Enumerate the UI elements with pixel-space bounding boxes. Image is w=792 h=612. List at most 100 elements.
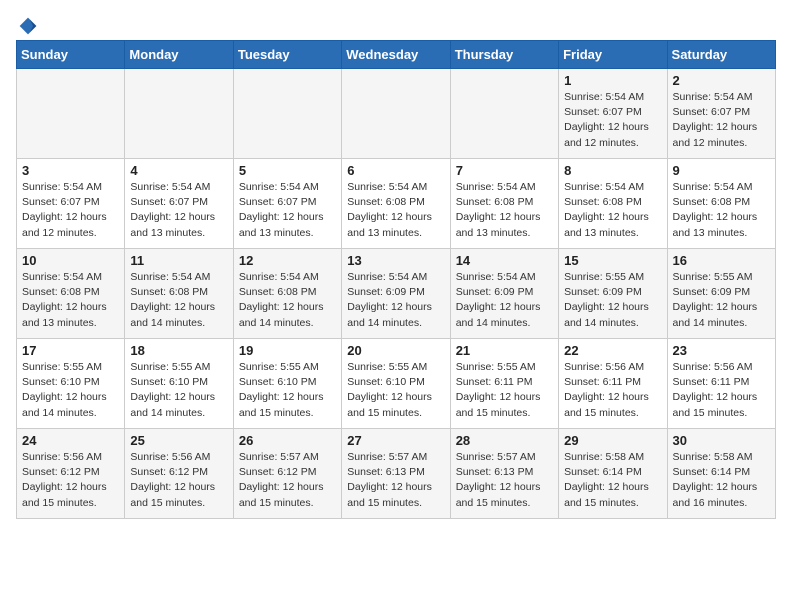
day-info: Sunrise: 5:55 AM Sunset: 6:10 PM Dayligh… — [22, 360, 119, 421]
day-number: 13 — [347, 253, 444, 268]
day-info: Sunrise: 5:54 AM Sunset: 6:08 PM Dayligh… — [347, 180, 444, 241]
day-number: 12 — [239, 253, 336, 268]
calendar-cell: 10 Sunrise: 5:54 AM Sunset: 6:08 PM Dayli… — [17, 249, 125, 339]
calendar-week-row: 3 Sunrise: 5:54 AM Sunset: 6:07 PM Daylig… — [17, 159, 776, 249]
calendar-body: 1 Sunrise: 5:54 AM Sunset: 6:07 PM Daylig… — [17, 69, 776, 519]
weekday-header: Friday — [559, 41, 667, 69]
day-info: Sunrise: 5:54 AM Sunset: 6:07 PM Dayligh… — [564, 90, 661, 151]
calendar-cell: 20 Sunrise: 5:55 AM Sunset: 6:10 PM Dayli… — [342, 339, 450, 429]
day-info: Sunrise: 5:57 AM Sunset: 6:13 PM Dayligh… — [456, 450, 553, 511]
day-number: 15 — [564, 253, 661, 268]
day-number: 20 — [347, 343, 444, 358]
calendar-cell — [17, 69, 125, 159]
day-info: Sunrise: 5:54 AM Sunset: 6:09 PM Dayligh… — [347, 270, 444, 331]
day-number: 19 — [239, 343, 336, 358]
calendar-cell — [233, 69, 341, 159]
day-info: Sunrise: 5:58 AM Sunset: 6:14 PM Dayligh… — [564, 450, 661, 511]
calendar-week-row: 10 Sunrise: 5:54 AM Sunset: 6:08 PM Dayli… — [17, 249, 776, 339]
calendar-cell — [450, 69, 558, 159]
calendar-cell: 29 Sunrise: 5:58 AM Sunset: 6:14 PM Dayli… — [559, 429, 667, 519]
calendar-week-row: 1 Sunrise: 5:54 AM Sunset: 6:07 PM Daylig… — [17, 69, 776, 159]
calendar-cell: 28Sunrise: 5:57 AM Sunset: 6:13 PM Dayli… — [450, 429, 558, 519]
day-info: Sunrise: 5:55 AM Sunset: 6:10 PM Dayligh… — [347, 360, 444, 421]
day-number: 27 — [347, 433, 444, 448]
day-number: 29 — [564, 433, 661, 448]
calendar-cell: 21 Sunrise: 5:55 AM Sunset: 6:11 PM Dayli… — [450, 339, 558, 429]
calendar-cell: 8 Sunrise: 5:54 AM Sunset: 6:08 PM Daylig… — [559, 159, 667, 249]
day-number: 1 — [564, 73, 661, 88]
day-info: Sunrise: 5:54 AM Sunset: 6:07 PM Dayligh… — [22, 180, 119, 241]
calendar-cell: 26 Sunrise: 5:57 AM Sunset: 6:12 PM Dayli… — [233, 429, 341, 519]
calendar-week-row: 17 Sunrise: 5:55 AM Sunset: 6:10 PM Dayli… — [17, 339, 776, 429]
calendar-cell: 6 Sunrise: 5:54 AM Sunset: 6:08 PM Daylig… — [342, 159, 450, 249]
calendar-table: SundayMondayTuesdayWednesdayThursdayFrid… — [16, 40, 776, 519]
day-number: 23 — [673, 343, 770, 358]
calendar-header-row: SundayMondayTuesdayWednesdayThursdayFrid… — [17, 41, 776, 69]
calendar-cell: 9 Sunrise: 5:54 AM Sunset: 6:08 PM Daylig… — [667, 159, 775, 249]
day-number: 3 — [22, 163, 119, 178]
weekday-header: Tuesday — [233, 41, 341, 69]
page-header — [16, 16, 776, 32]
logo — [16, 16, 38, 32]
day-number: 25 — [130, 433, 227, 448]
day-number: 30 — [673, 433, 770, 448]
weekday-header: Saturday — [667, 41, 775, 69]
calendar-cell: 11Sunrise: 5:54 AM Sunset: 6:08 PM Dayli… — [125, 249, 233, 339]
weekday-header: Sunday — [17, 41, 125, 69]
day-info: Sunrise: 5:54 AM Sunset: 6:08 PM Dayligh… — [239, 270, 336, 331]
day-info: Sunrise: 5:54 AM Sunset: 6:07 PM Dayligh… — [130, 180, 227, 241]
calendar-cell: 7 Sunrise: 5:54 AM Sunset: 6:08 PM Daylig… — [450, 159, 558, 249]
day-info: Sunrise: 5:54 AM Sunset: 6:08 PM Dayligh… — [456, 180, 553, 241]
day-info: Sunrise: 5:56 AM Sunset: 6:11 PM Dayligh… — [564, 360, 661, 421]
logo-icon — [18, 16, 38, 36]
day-number: 6 — [347, 163, 444, 178]
calendar-cell: 15 Sunrise: 5:55 AM Sunset: 6:09 PM Dayli… — [559, 249, 667, 339]
calendar-cell — [125, 69, 233, 159]
calendar-cell — [342, 69, 450, 159]
calendar-cell: 27 Sunrise: 5:57 AM Sunset: 6:13 PM Dayli… — [342, 429, 450, 519]
calendar-cell: 14 Sunrise: 5:54 AM Sunset: 6:09 PM Dayli… — [450, 249, 558, 339]
weekday-header: Monday — [125, 41, 233, 69]
day-info: Sunrise: 5:57 AM Sunset: 6:13 PM Dayligh… — [347, 450, 444, 511]
day-info: Sunrise: 5:58 AM Sunset: 6:14 PM Dayligh… — [673, 450, 770, 511]
calendar-cell: 12 Sunrise: 5:54 AM Sunset: 6:08 PM Dayli… — [233, 249, 341, 339]
day-info: Sunrise: 5:54 AM Sunset: 6:08 PM Dayligh… — [673, 180, 770, 241]
calendar-cell: 25 Sunrise: 5:56 AM Sunset: 6:12 PM Dayli… — [125, 429, 233, 519]
day-number: 21 — [456, 343, 553, 358]
day-number: 26 — [239, 433, 336, 448]
day-number: 17 — [22, 343, 119, 358]
day-info: Sunrise: 5:54 AM Sunset: 6:08 PM Dayligh… — [130, 270, 227, 331]
day-info: Sunrise: 5:55 AM Sunset: 6:10 PM Dayligh… — [239, 360, 336, 421]
calendar-cell: 1 Sunrise: 5:54 AM Sunset: 6:07 PM Daylig… — [559, 69, 667, 159]
day-number: 10 — [22, 253, 119, 268]
day-number: 16 — [673, 253, 770, 268]
day-info: Sunrise: 5:54 AM Sunset: 6:09 PM Dayligh… — [456, 270, 553, 331]
calendar-cell: 16 Sunrise: 5:55 AM Sunset: 6:09 PM Dayli… — [667, 249, 775, 339]
day-number: 9 — [673, 163, 770, 178]
day-info: Sunrise: 5:55 AM Sunset: 6:09 PM Dayligh… — [673, 270, 770, 331]
calendar-cell: 2 Sunrise: 5:54 AM Sunset: 6:07 PM Daylig… — [667, 69, 775, 159]
day-info: Sunrise: 5:54 AM Sunset: 6:07 PM Dayligh… — [673, 90, 770, 151]
day-number: 14 — [456, 253, 553, 268]
day-number: 4 — [130, 163, 227, 178]
calendar-cell: 24Sunrise: 5:56 AM Sunset: 6:12 PM Dayli… — [17, 429, 125, 519]
calendar-cell: 4 Sunrise: 5:54 AM Sunset: 6:07 PM Daylig… — [125, 159, 233, 249]
day-info: Sunrise: 5:56 AM Sunset: 6:11 PM Dayligh… — [673, 360, 770, 421]
day-info: Sunrise: 5:56 AM Sunset: 6:12 PM Dayligh… — [130, 450, 227, 511]
day-number: 8 — [564, 163, 661, 178]
day-info: Sunrise: 5:55 AM Sunset: 6:11 PM Dayligh… — [456, 360, 553, 421]
weekday-header: Thursday — [450, 41, 558, 69]
day-number: 7 — [456, 163, 553, 178]
calendar-cell: 22 Sunrise: 5:56 AM Sunset: 6:11 PM Dayli… — [559, 339, 667, 429]
day-number: 22 — [564, 343, 661, 358]
day-info: Sunrise: 5:55 AM Sunset: 6:09 PM Dayligh… — [564, 270, 661, 331]
day-info: Sunrise: 5:54 AM Sunset: 6:08 PM Dayligh… — [564, 180, 661, 241]
day-info: Sunrise: 5:56 AM Sunset: 6:12 PM Dayligh… — [22, 450, 119, 511]
day-info: Sunrise: 5:54 AM Sunset: 6:07 PM Dayligh… — [239, 180, 336, 241]
day-info: Sunrise: 5:54 AM Sunset: 6:08 PM Dayligh… — [22, 270, 119, 331]
weekday-header: Wednesday — [342, 41, 450, 69]
day-number: 2 — [673, 73, 770, 88]
day-info: Sunrise: 5:57 AM Sunset: 6:12 PM Dayligh… — [239, 450, 336, 511]
day-number: 18 — [130, 343, 227, 358]
calendar-cell: 3 Sunrise: 5:54 AM Sunset: 6:07 PM Daylig… — [17, 159, 125, 249]
